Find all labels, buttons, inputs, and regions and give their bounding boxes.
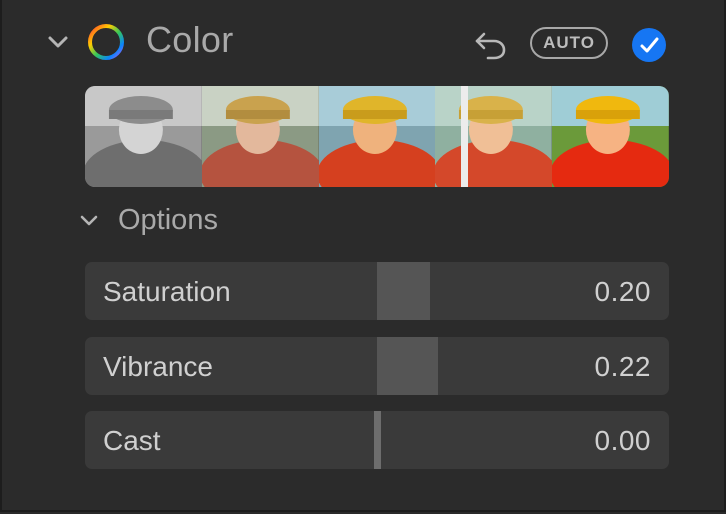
saturation-slider[interactable]: Saturation 0.20 bbox=[85, 262, 669, 320]
chevron-down-icon[interactable] bbox=[76, 208, 102, 234]
color-variation-strip[interactable] bbox=[85, 86, 669, 187]
cast-label: Cast bbox=[103, 425, 161, 456]
variation-thumbnail-muted-warm[interactable] bbox=[201, 86, 319, 187]
checkmark-icon bbox=[640, 37, 659, 53]
variation-thumbnail-vivid-yellow[interactable] bbox=[318, 86, 436, 187]
vibrance-label: Vibrance bbox=[103, 351, 214, 382]
auto-button[interactable]: AUTO bbox=[530, 27, 608, 59]
options-label: Options bbox=[118, 204, 218, 236]
saturation-value[interactable]: 0.20 bbox=[595, 276, 652, 308]
variation-thumbnail-warm-split[interactable] bbox=[435, 86, 553, 187]
vibrance-slider[interactable]: Vibrance 0.22 bbox=[85, 337, 669, 395]
saturation-slider-fill bbox=[377, 262, 430, 320]
color-adjust-panel: Color AUTO Options Saturation 0.20 Vibra… bbox=[0, 0, 726, 512]
chevron-down-icon[interactable] bbox=[44, 28, 72, 56]
color-wheel-icon bbox=[88, 24, 124, 60]
cast-value[interactable]: 0.00 bbox=[595, 425, 652, 457]
cast-slider-handle[interactable] bbox=[374, 411, 381, 469]
enable-toggle[interactable] bbox=[632, 28, 666, 62]
cast-slider[interactable]: Cast 0.00 bbox=[85, 411, 669, 469]
undo-icon[interactable] bbox=[472, 26, 508, 62]
variation-thumbnail-monochrome[interactable] bbox=[85, 86, 202, 187]
vibrance-value[interactable]: 0.22 bbox=[595, 351, 652, 383]
vibrance-slider-fill bbox=[377, 337, 438, 395]
variation-position-marker[interactable] bbox=[461, 86, 468, 187]
section-title: Color bbox=[146, 19, 234, 60]
saturation-label: Saturation bbox=[103, 276, 231, 307]
variation-thumbnail-high-saturation[interactable] bbox=[552, 86, 669, 187]
